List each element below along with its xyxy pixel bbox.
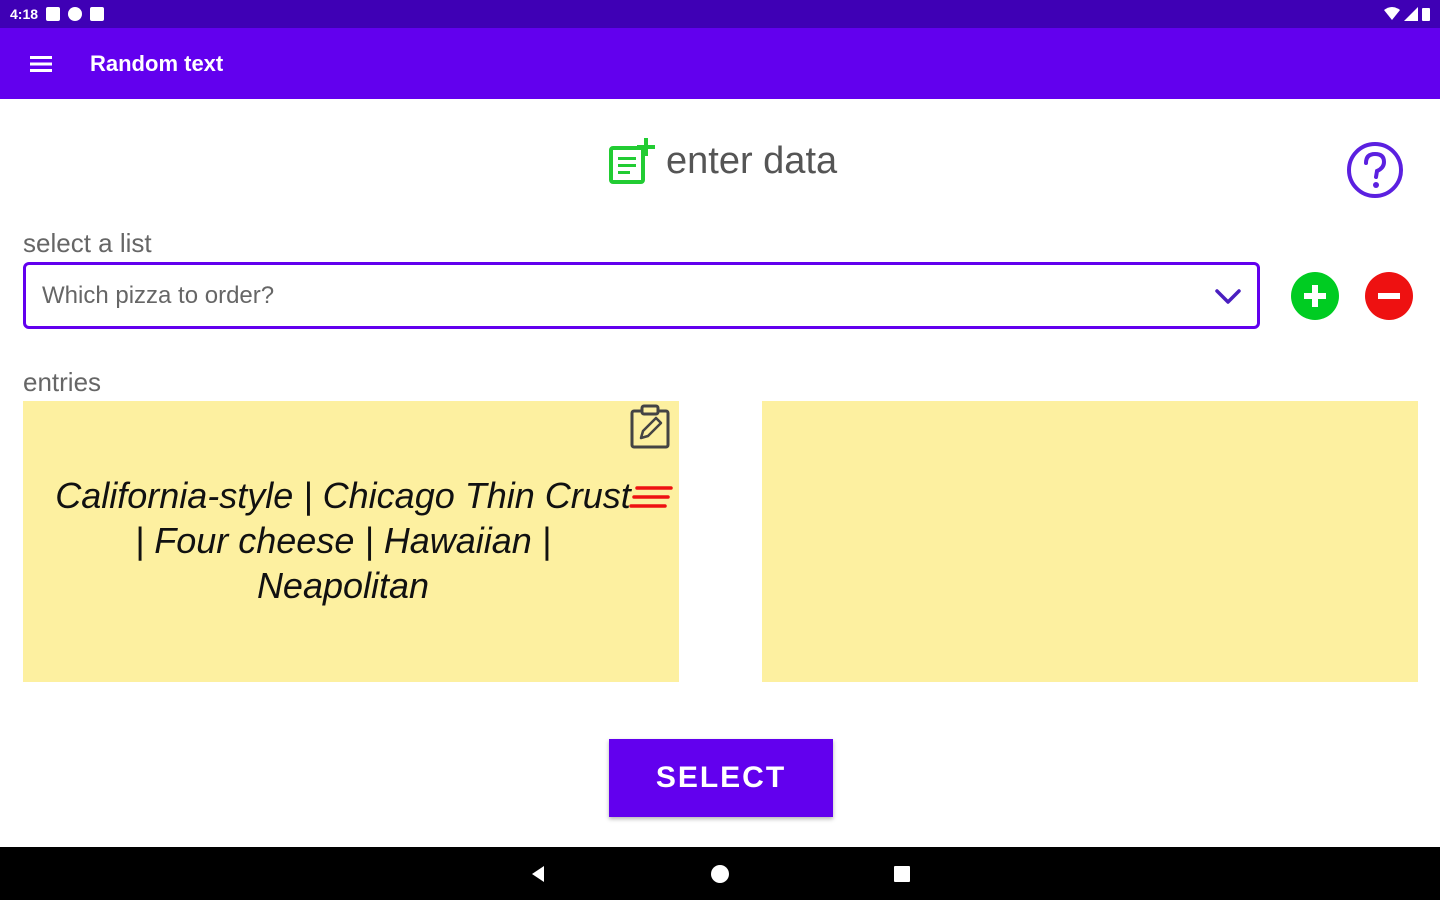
page-title: enter data [666, 139, 838, 182]
app-notification-icon [68, 7, 83, 21]
recents-icon[interactable] [889, 861, 915, 887]
app-bar: Random text [0, 28, 1440, 99]
list-select-value: Which pizza to order? [42, 281, 275, 309]
chevron-down-icon [1215, 289, 1241, 304]
signal-icon [1404, 7, 1418, 21]
app-title: Random text [90, 50, 224, 76]
sort-lines-icon[interactable] [629, 483, 673, 513]
remove-list-button[interactable] [1365, 272, 1413, 320]
minus-icon [1378, 293, 1400, 299]
entries-card[interactable]: California-style | Chicago Thin Crust | … [23, 401, 679, 682]
select-button[interactable]: SELECT [609, 739, 833, 817]
add-list-button[interactable] [1291, 272, 1339, 320]
hamburger-menu-icon[interactable] [0, 28, 82, 99]
home-icon[interactable] [707, 861, 733, 887]
add-note-icon [609, 138, 655, 184]
plus-icon [1304, 285, 1326, 307]
notification-icon [46, 7, 61, 21]
status-left: 4:18 [10, 6, 105, 22]
sd-card-icon [90, 7, 105, 21]
entries-label: entries [23, 367, 102, 397]
status-bar: 4:18 [0, 0, 1440, 28]
navigation-bar [0, 847, 1440, 900]
entries-text: California-style | Chicago Thin Crust | … [55, 475, 631, 606]
help-circle-icon[interactable] [1345, 140, 1405, 200]
battery-icon [1422, 8, 1430, 21]
select-list-label: select a list [23, 228, 152, 258]
wifi-icon [1384, 7, 1400, 20]
header-row: enter data [0, 130, 1440, 200]
back-icon[interactable] [525, 861, 551, 887]
result-card [762, 401, 1418, 682]
header-title-group: enter data [608, 136, 837, 186]
status-right [1384, 7, 1430, 21]
status-time: 4:18 [10, 6, 39, 22]
edit-clipboard-icon[interactable] [627, 403, 673, 449]
list-select-dropdown[interactable]: Which pizza to order? [23, 262, 1260, 329]
